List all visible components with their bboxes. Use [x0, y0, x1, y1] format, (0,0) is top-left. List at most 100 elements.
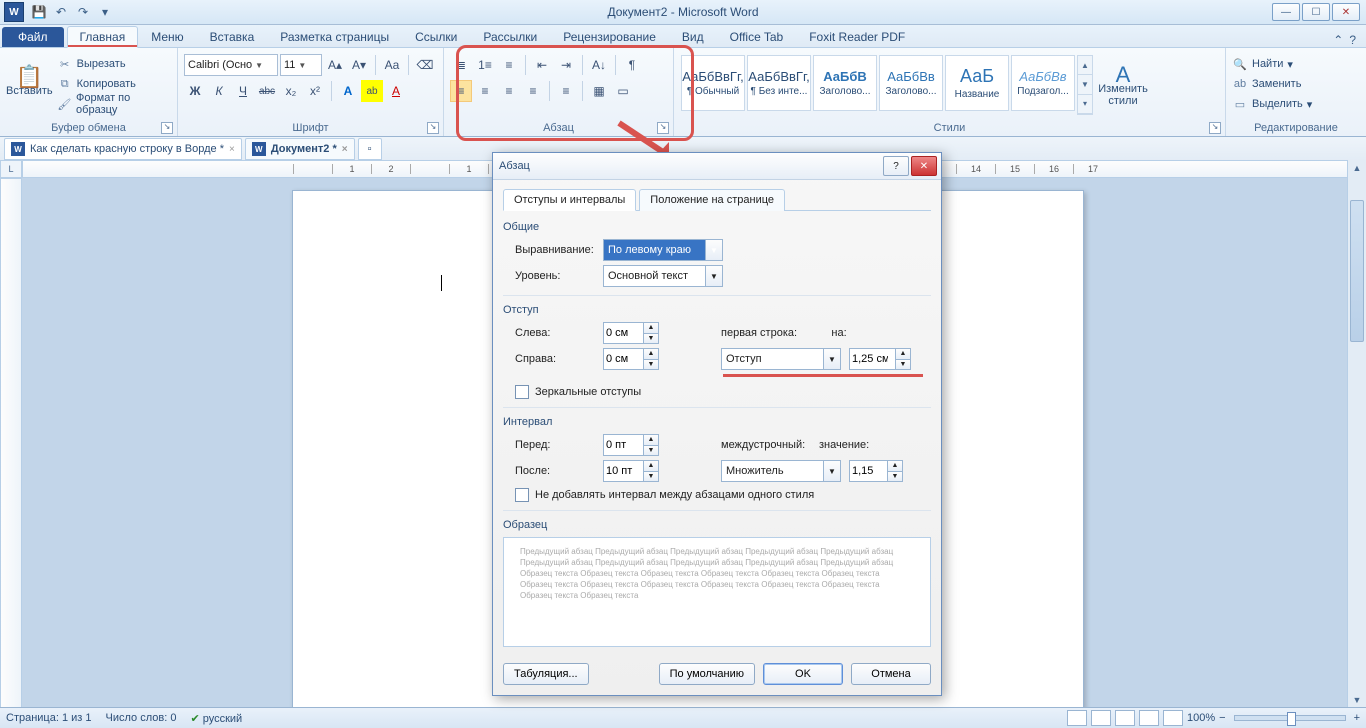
change-case-button[interactable]: Aa: [381, 54, 403, 76]
view-read-button[interactable]: [1091, 710, 1111, 726]
indent-right-input[interactable]: ▲▼: [603, 348, 659, 370]
zoom-out-button[interactable]: −: [1219, 712, 1225, 724]
dialog-titlebar[interactable]: Абзац ? ✕: [493, 153, 941, 180]
font-launcher[interactable]: ↘: [427, 122, 439, 134]
cancel-button[interactable]: Отмена: [851, 663, 931, 685]
status-page[interactable]: Страница: 1 из 1: [6, 712, 92, 724]
outline-level-combo[interactable]: Основной текст▼: [603, 265, 723, 287]
strike-button[interactable]: abc: [256, 80, 278, 102]
clear-format-button[interactable]: ⌫: [414, 54, 436, 76]
tab-review[interactable]: Рецензирование: [550, 26, 669, 47]
status-words[interactable]: Число слов: 0: [106, 712, 177, 724]
styles-gallery-scroll[interactable]: ▲▼▾: [1077, 55, 1093, 115]
styles-launcher[interactable]: ↘: [1209, 122, 1221, 134]
spacing-after-input[interactable]: ▲▼: [603, 460, 659, 482]
dialog-tab-indents[interactable]: Отступы и интервалы: [503, 189, 636, 211]
view-web-button[interactable]: [1115, 710, 1135, 726]
borders-button[interactable]: ▭: [612, 80, 634, 102]
align-justify-button[interactable]: ≡: [522, 80, 544, 102]
show-marks-button[interactable]: ¶: [621, 54, 643, 76]
tabs-button[interactable]: Табуляция...: [503, 663, 589, 685]
style-title[interactable]: АаБНазвание: [945, 55, 1009, 111]
tab-menu[interactable]: Меню: [138, 26, 196, 47]
spacing-before-input[interactable]: ▲▼: [603, 434, 659, 456]
format-painter-button[interactable]: 🖌Формат по образцу: [57, 95, 171, 113]
bullets-button[interactable]: ≣: [450, 54, 472, 76]
alignment-combo[interactable]: По левому краю▼: [603, 239, 723, 261]
style-heading2[interactable]: АаБбВвЗаголово...: [879, 55, 943, 111]
scroll-down-icon[interactable]: ▼: [1348, 692, 1366, 708]
zoom-slider[interactable]: [1234, 715, 1346, 721]
doctab-1[interactable]: WКак сделать красную строку в Ворде *×: [4, 138, 242, 160]
ok-button[interactable]: OK: [763, 663, 843, 685]
style-no-spacing[interactable]: АаБбВвГг,¶ Без инте...: [747, 55, 811, 111]
dialog-help-button[interactable]: ?: [883, 156, 909, 176]
tab-insert[interactable]: Вставка: [197, 26, 268, 47]
font-name-combo[interactable]: Calibri (Осно▼: [184, 54, 278, 76]
sort-button[interactable]: A↓: [588, 54, 610, 76]
tab-home[interactable]: Главная: [67, 26, 139, 48]
multilevel-button[interactable]: ≡: [498, 54, 520, 76]
tab-mailings[interactable]: Рассылки: [470, 26, 550, 47]
tab-references[interactable]: Ссылки: [402, 26, 470, 47]
font-size-combo[interactable]: 11▼: [280, 54, 322, 76]
qat-more-icon[interactable]: ▾: [96, 3, 114, 21]
help-icon[interactable]: ?: [1349, 33, 1356, 47]
bold-button[interactable]: Ж: [184, 80, 206, 102]
indent-left-input[interactable]: ▲▼: [603, 322, 659, 344]
style-normal[interactable]: АаБбВвГг,¶ Обычный: [681, 55, 745, 111]
style-heading1[interactable]: АаБбВЗаголово...: [813, 55, 877, 111]
subscript-button[interactable]: x₂: [280, 80, 302, 102]
align-right-button[interactable]: ≡: [498, 80, 520, 102]
default-button[interactable]: По умолчанию: [659, 663, 755, 685]
align-left-button[interactable]: ≡: [450, 80, 472, 102]
doctab-2[interactable]: WДокумент2 *×: [245, 138, 355, 160]
firstline-by-input[interactable]: ▲▼: [849, 348, 911, 370]
close-button[interactable]: ✕: [1332, 3, 1360, 21]
save-icon[interactable]: 💾: [30, 3, 48, 21]
maximize-button[interactable]: ☐: [1302, 3, 1330, 21]
italic-button[interactable]: К: [208, 80, 230, 102]
zoom-in-button[interactable]: +: [1354, 712, 1360, 724]
increase-indent-button[interactable]: ⇥: [555, 54, 577, 76]
paste-button[interactable]: 📋 Вставить: [6, 50, 53, 118]
numbering-button[interactable]: 1≡: [474, 54, 496, 76]
dialog-tab-position[interactable]: Положение на странице: [639, 189, 785, 211]
no-space-same-style-checkbox[interactable]: Не добавлять интервал между абзацами одн…: [515, 488, 931, 502]
tab-layout[interactable]: Разметка страницы: [267, 26, 402, 47]
text-effects-button[interactable]: A: [337, 80, 359, 102]
undo-icon[interactable]: ↶: [52, 3, 70, 21]
ruler-corner[interactable]: L: [0, 160, 22, 178]
vertical-scrollbar[interactable]: ▲ ▼: [1347, 160, 1366, 708]
close-tab-icon[interactable]: ×: [229, 144, 235, 155]
decrease-indent-button[interactable]: ⇤: [531, 54, 553, 76]
tab-foxit[interactable]: Foxit Reader PDF: [796, 26, 918, 47]
tab-office[interactable]: Office Tab: [717, 26, 797, 47]
status-lang[interactable]: ✔ русский: [190, 712, 242, 725]
align-center-button[interactable]: ≡: [474, 80, 496, 102]
tab-view[interactable]: Вид: [669, 26, 717, 47]
font-color-button[interactable]: A: [385, 80, 407, 102]
new-doctab-button[interactable]: ▫: [358, 138, 382, 160]
file-tab[interactable]: Файл: [2, 27, 64, 47]
select-button[interactable]: ▭Выделить ▾: [1232, 95, 1312, 113]
firstline-combo[interactable]: Отступ▼: [721, 348, 841, 370]
shading-button[interactable]: ▦: [588, 80, 610, 102]
view-print-button[interactable]: [1067, 710, 1087, 726]
grow-font-button[interactable]: A▴: [324, 54, 346, 76]
cut-button[interactable]: ✂Вырезать: [57, 55, 171, 73]
mirror-indents-checkbox[interactable]: Зеркальные отступы: [515, 385, 931, 399]
dialog-close-button[interactable]: ✕: [911, 156, 937, 176]
minimize-button[interactable]: —: [1272, 3, 1300, 21]
superscript-button[interactable]: x²: [304, 80, 326, 102]
zoom-level[interactable]: 100%: [1187, 712, 1215, 724]
ribbon-minimize-icon[interactable]: ⌃: [1333, 33, 1343, 47]
replace-button[interactable]: abЗаменить: [1232, 75, 1312, 93]
clipboard-launcher[interactable]: ↘: [161, 122, 173, 134]
paragraph-launcher[interactable]: ↘: [657, 122, 669, 134]
line-spacing-at-input[interactable]: ▲▼: [849, 460, 903, 482]
zoom-slider-thumb[interactable]: [1287, 712, 1296, 726]
view-outline-button[interactable]: [1139, 710, 1159, 726]
scrollbar-thumb[interactable]: [1350, 200, 1364, 342]
scroll-up-icon[interactable]: ▲: [1348, 160, 1366, 176]
